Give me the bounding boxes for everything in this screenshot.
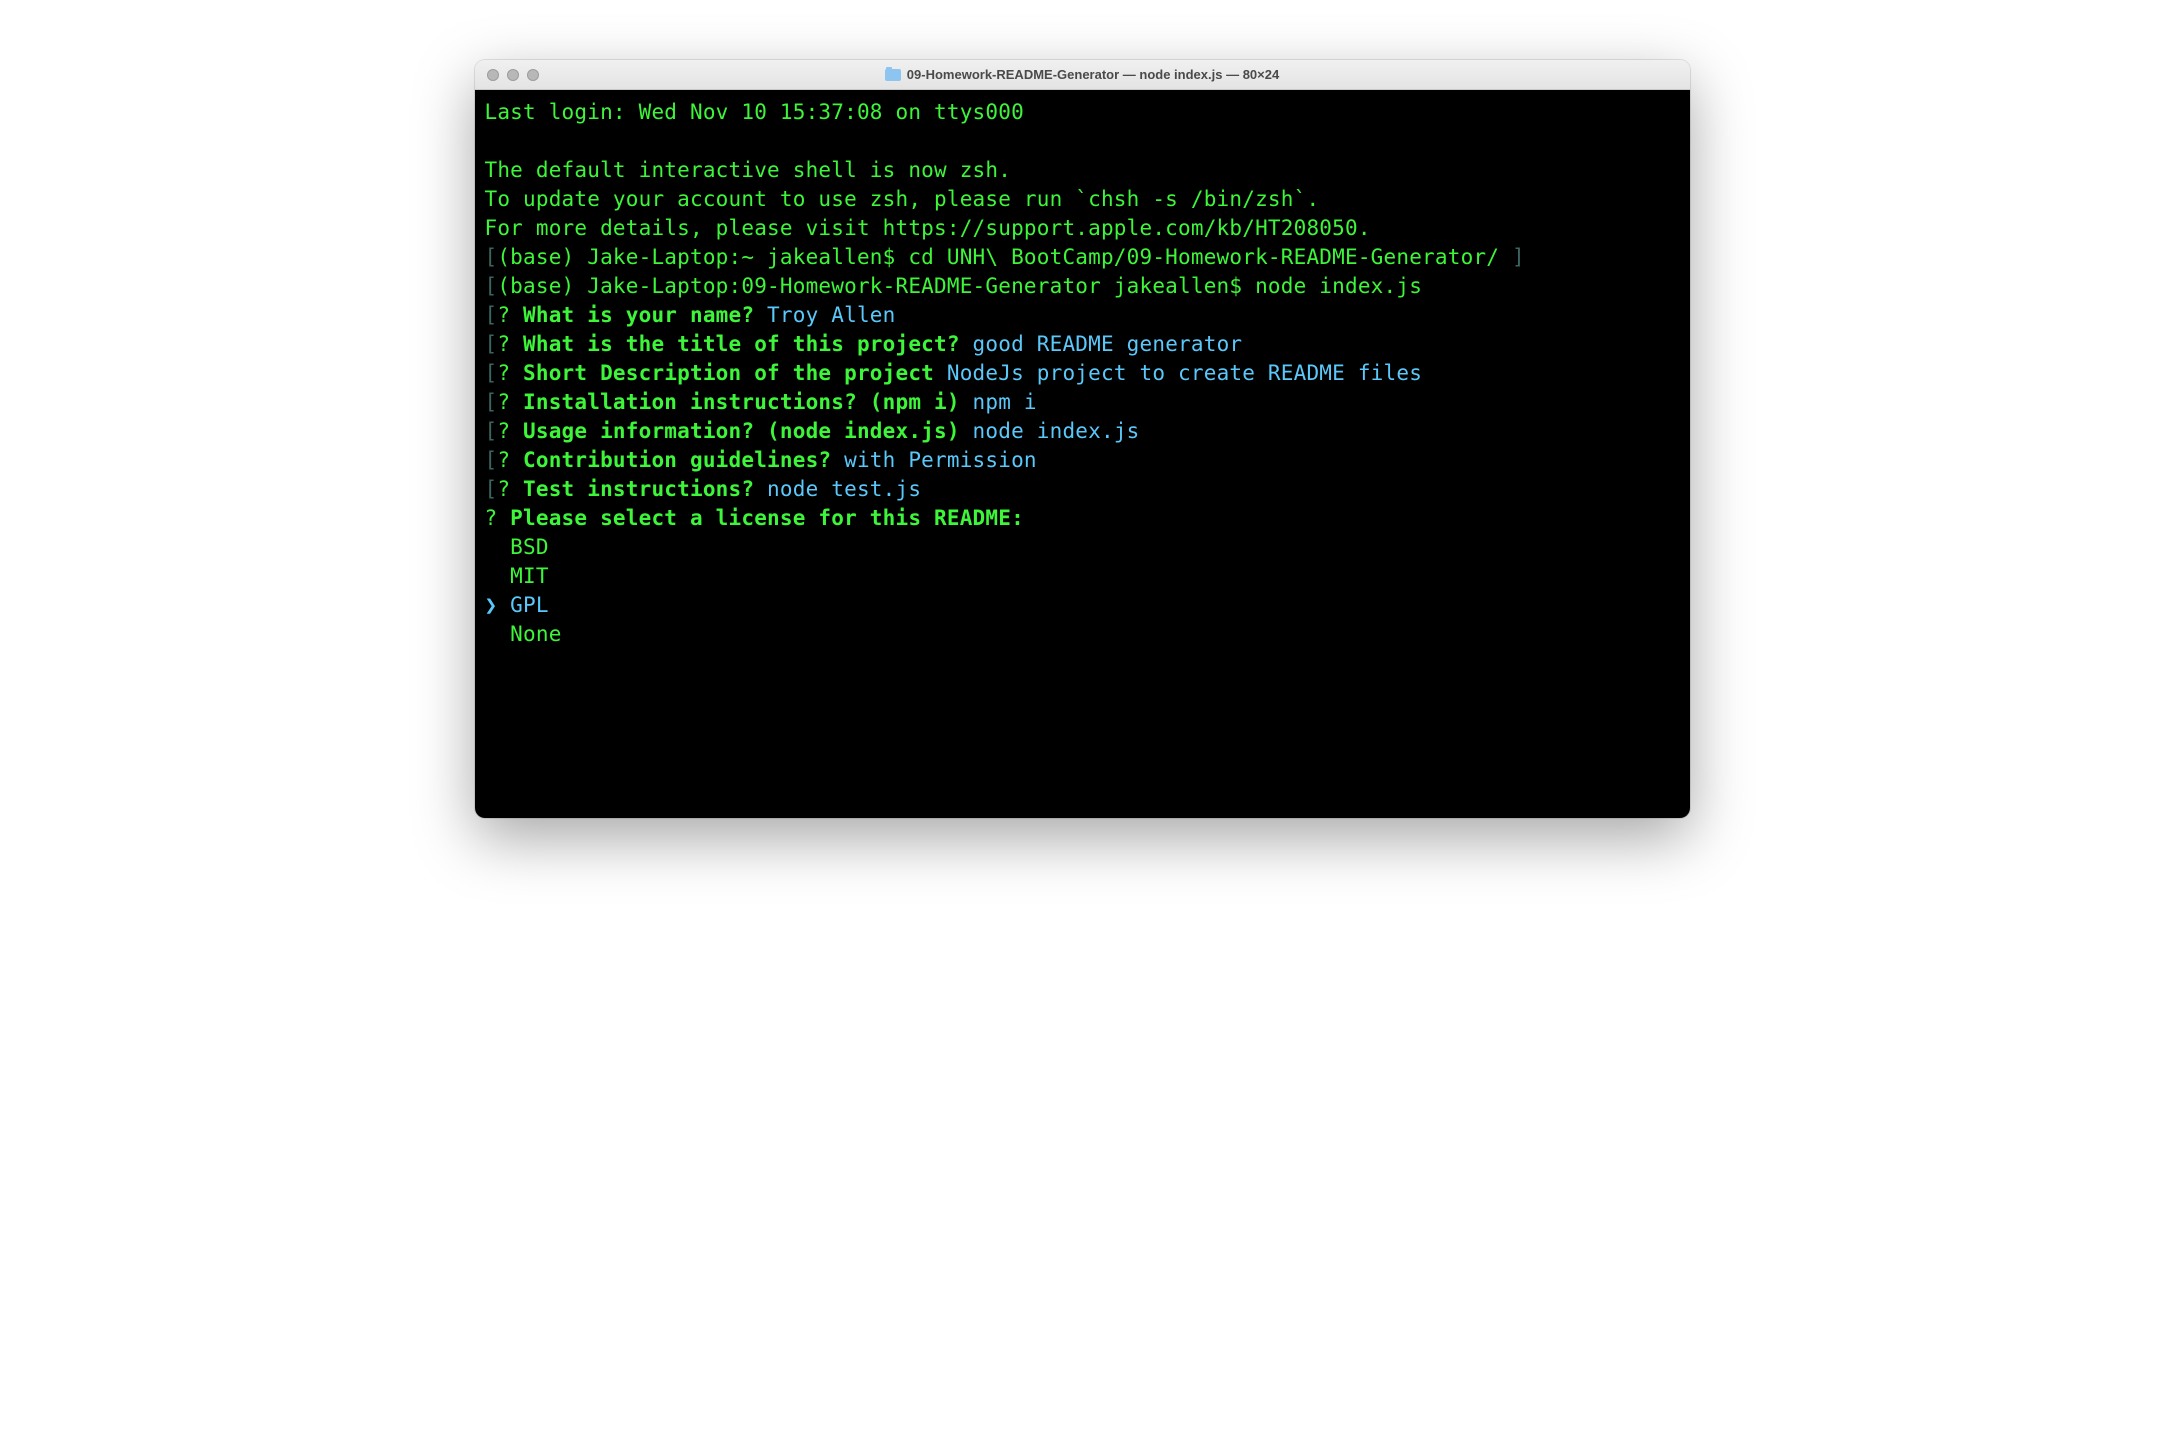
window-controls	[487, 69, 539, 81]
bracket-icon: [	[485, 361, 498, 385]
titlebar[interactable]: 09-Homework-README-Generator — node inde…	[475, 60, 1690, 90]
inquirer-question-line: ? Please select a license for this READM…	[485, 504, 1680, 533]
question-mark: ?	[497, 361, 510, 385]
question-mark: ?	[497, 303, 510, 327]
inquirer-question-line: [? Installation instructions? (npm i) np…	[485, 388, 1680, 417]
bracket-icon: [	[485, 390, 498, 414]
zsh-notice-line: For more details, please visit https://s…	[485, 214, 1680, 243]
answer-text: node test.js	[754, 477, 921, 501]
question-text: Contribution guidelines?	[510, 448, 831, 472]
option-label: GPL	[497, 593, 548, 617]
shell-prompt-line: [(base) Jake-Laptop:09-Homework-README-G…	[485, 272, 1680, 301]
bracket-icon: [	[485, 332, 498, 356]
answer-text: node index.js	[960, 419, 1140, 443]
folder-icon	[885, 69, 901, 81]
terminal-window: 09-Homework-README-Generator — node inde…	[475, 60, 1690, 818]
shell-prompt-text: (base) Jake-Laptop:09-Homework-README-Ge…	[497, 274, 1422, 298]
bracket-icon: [	[485, 303, 498, 327]
window-title: 09-Homework-README-Generator — node inde…	[907, 67, 1279, 82]
question-text: What is your name?	[510, 303, 754, 327]
last-login-line: Last login: Wed Nov 10 15:37:08 on ttys0…	[485, 98, 1680, 127]
zsh-notice-line: To update your account to use zsh, pleas…	[485, 185, 1680, 214]
bracket-icon: [	[485, 419, 498, 443]
title-wrap: 09-Homework-README-Generator — node inde…	[487, 67, 1678, 82]
close-icon[interactable]	[487, 69, 499, 81]
bracket-icon: [	[485, 448, 498, 472]
inquirer-question-line: [? Test instructions? node test.js	[485, 475, 1680, 504]
shell-prompt-text: (base) Jake-Laptop:~ jakeallen$ cd UNH\ …	[497, 245, 1512, 269]
zsh-notice-line: The default interactive shell is now zsh…	[485, 156, 1680, 185]
question-text: Test instructions?	[510, 477, 754, 501]
inquirer-question-line: [? What is the title of this project? go…	[485, 330, 1680, 359]
inquirer-question-line: [? Contribution guidelines? with Permiss…	[485, 446, 1680, 475]
question-mark: ?	[497, 477, 510, 501]
shell-prompt-line: [(base) Jake-Laptop:~ jakeallen$ cd UNH\…	[485, 243, 1680, 272]
answer-text: NodeJs project to create README files	[934, 361, 1422, 385]
answer-text: npm i	[960, 390, 1037, 414]
question-mark: ?	[497, 332, 510, 356]
inquirer-question-line: [? What is your name? Troy Allen	[485, 301, 1680, 330]
maximize-icon[interactable]	[527, 69, 539, 81]
bracket-icon: [	[485, 274, 498, 298]
inquirer-question-line: [? Usage information? (node index.js) no…	[485, 417, 1680, 446]
license-option[interactable]: None	[485, 620, 1680, 649]
bracket-icon: ]	[1512, 245, 1525, 269]
question-text: Short Description of the project	[510, 361, 934, 385]
question-text: Please select a license for this README:	[497, 506, 1024, 530]
bracket-icon: [	[485, 477, 498, 501]
answer-text: Troy Allen	[754, 303, 895, 327]
license-option-selected[interactable]: ❯ GPL	[485, 591, 1680, 620]
question-mark: ?	[497, 419, 510, 443]
bracket-icon: [	[485, 245, 498, 269]
question-mark: ?	[497, 448, 510, 472]
inquirer-question-line: [? Short Description of the project Node…	[485, 359, 1680, 388]
answer-text: with Permission	[831, 448, 1037, 472]
minimize-icon[interactable]	[507, 69, 519, 81]
question-mark: ?	[485, 506, 498, 530]
blank-line	[485, 127, 1680, 156]
question-text: Usage information? (node index.js)	[510, 419, 960, 443]
question-text: Installation instructions? (npm i)	[510, 390, 960, 414]
pointer-icon: ❯	[485, 593, 498, 617]
question-mark: ?	[497, 390, 510, 414]
license-option[interactable]: BSD	[485, 533, 1680, 562]
terminal-body[interactable]: Last login: Wed Nov 10 15:37:08 on ttys0…	[475, 90, 1690, 818]
answer-text: good README generator	[960, 332, 1243, 356]
question-text: What is the title of this project?	[510, 332, 960, 356]
license-option[interactable]: MIT	[485, 562, 1680, 591]
